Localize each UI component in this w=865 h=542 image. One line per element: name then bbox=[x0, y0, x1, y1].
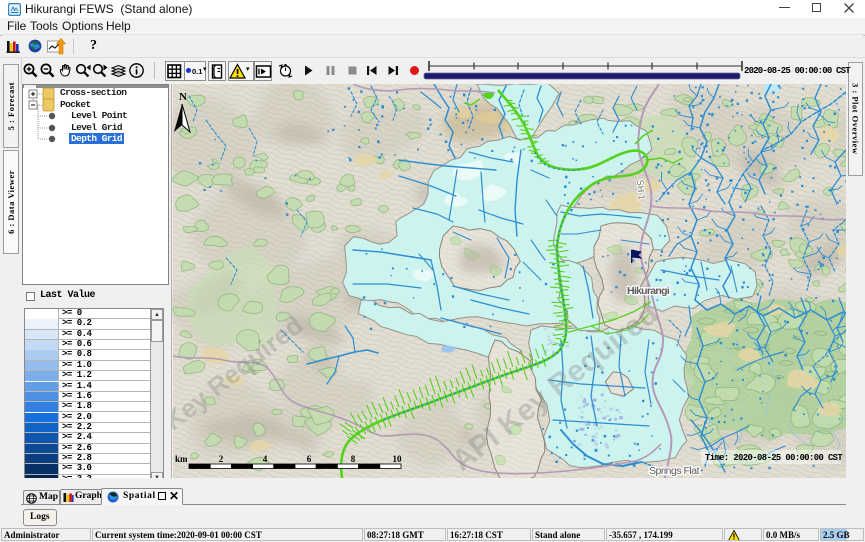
svg-text:Hikurangi: Hikurangi bbox=[627, 285, 670, 297]
svg-text:Time: 2020-08-25 00:00:00 CST: Time: 2020-08-25 00:00:00 CST bbox=[705, 453, 843, 463]
svg-text:6: 6 bbox=[307, 454, 312, 464]
svg-text:km: km bbox=[175, 454, 188, 464]
svg-text:N: N bbox=[179, 91, 187, 103]
svg-text:8: 8 bbox=[351, 454, 356, 464]
svg-text:4: 4 bbox=[263, 454, 268, 464]
svg-text:Springs Flat: Springs Flat bbox=[649, 465, 700, 477]
svg-text:10: 10 bbox=[393, 454, 403, 464]
svg-text:SH 1: SH 1 bbox=[635, 179, 647, 200]
svg-text:2: 2 bbox=[219, 454, 224, 464]
